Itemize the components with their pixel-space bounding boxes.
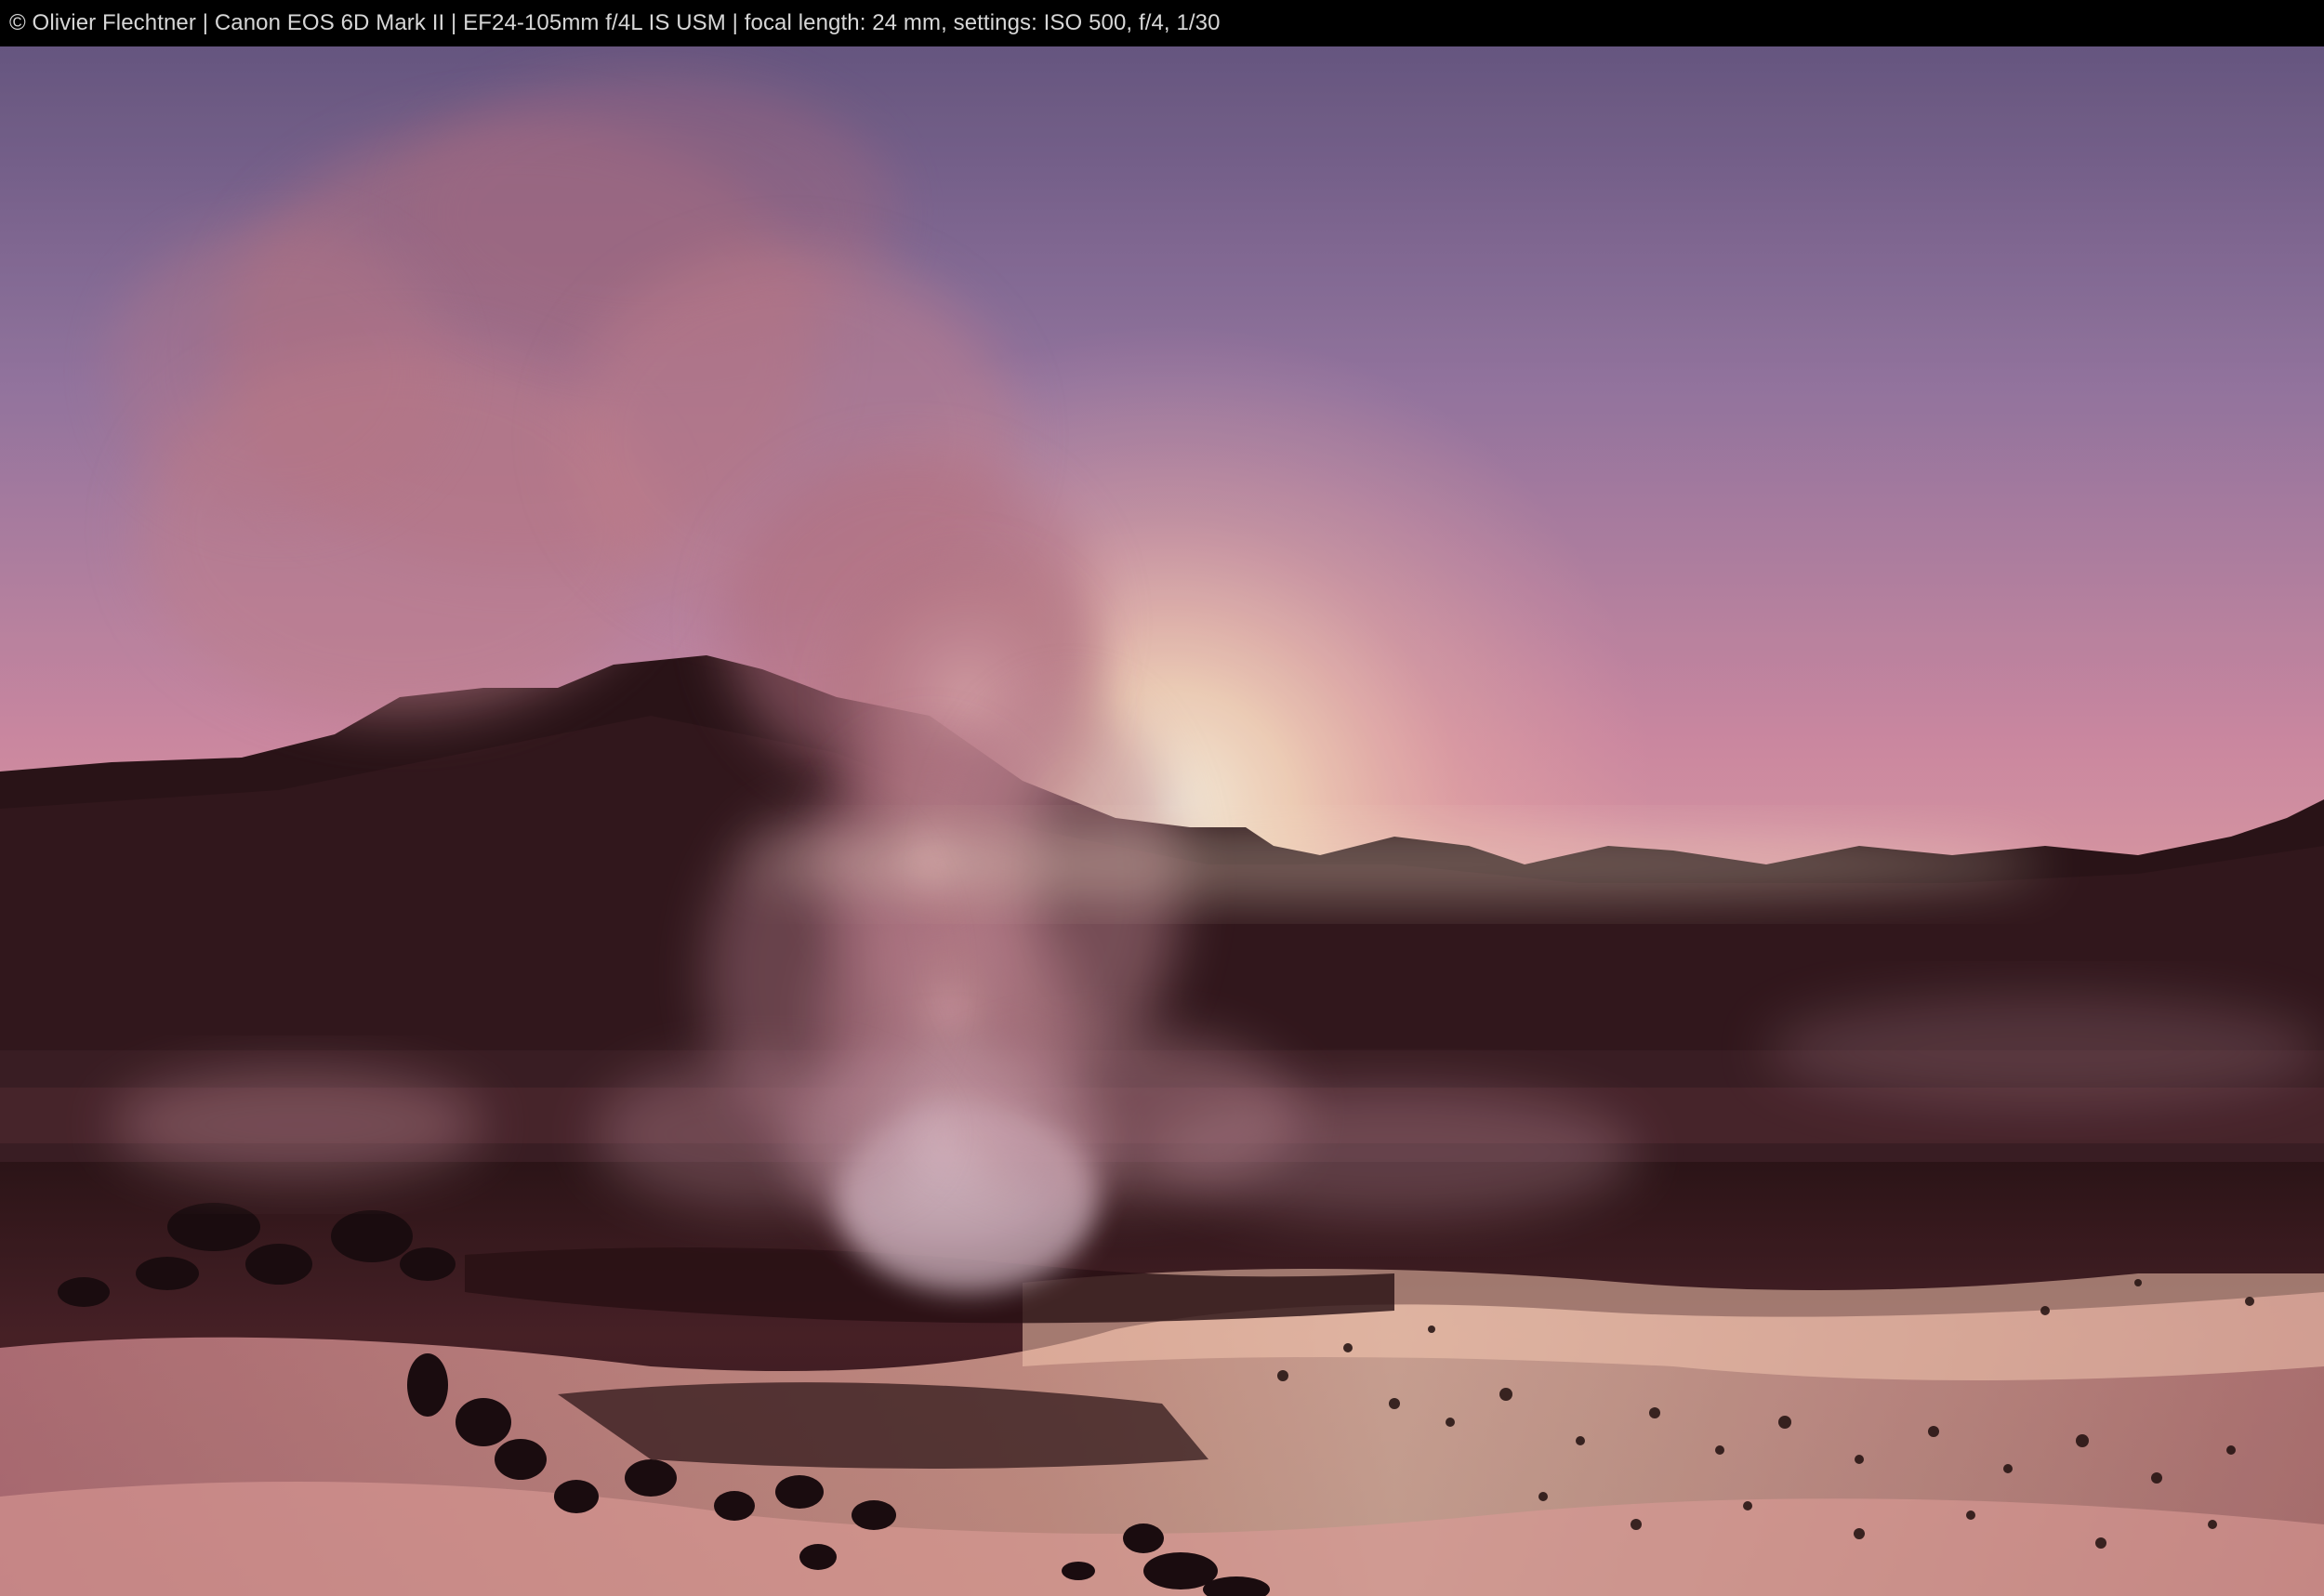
photo-viewer: © Olivier Flechtner | Canon EOS 6D Mark … bbox=[0, 0, 2324, 1596]
geyser-photo bbox=[0, 46, 2324, 1596]
photo-caption: © Olivier Flechtner | Canon EOS 6D Mark … bbox=[9, 10, 1221, 35]
caption-bar: © Olivier Flechtner | Canon EOS 6D Mark … bbox=[0, 0, 2324, 46]
geyser-landscape-image bbox=[0, 46, 2324, 1596]
